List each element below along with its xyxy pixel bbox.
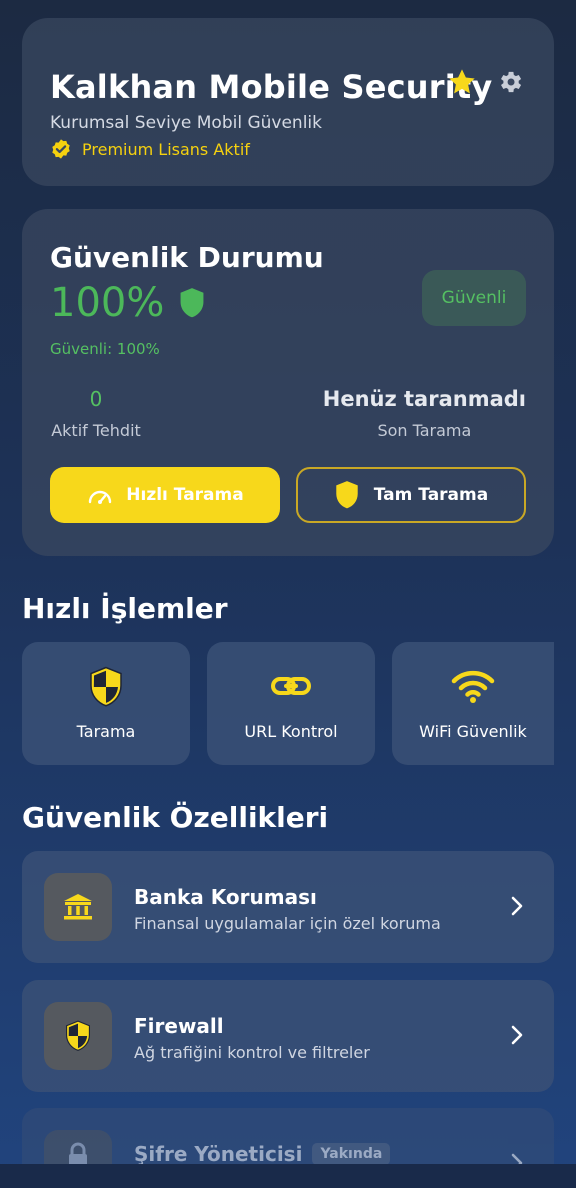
quick-action-label: URL Kontrol [244,722,338,741]
gear-icon[interactable] [496,68,524,100]
last-scan-value: Henüz taranmadı [322,387,526,411]
security-percent-value: 100% [50,280,165,326]
star-icon[interactable] [446,66,478,102]
active-threats-label: Aktif Tehdit [51,421,141,440]
shield-icon [90,666,122,707]
quick-action-url-check[interactable]: URL Kontrol [207,642,375,765]
status-badge: Güvenli [422,270,526,326]
verified-badge-icon [52,139,70,159]
active-threats-value: 0 [89,387,103,411]
license-badge-label: Premium Lisans Aktif [82,139,250,159]
feature-password-manager[interactable]: Şifre Yöneticisi Yakında [22,1108,554,1173]
quick-action-label: WiFi Güvenlik [419,722,527,741]
safe-percent-line: Güvenli: 100% [50,340,160,358]
security-features-title: Güvenlik Özellikleri [22,801,329,834]
speedometer-icon [89,490,112,504]
coming-soon-badge: Yakında [312,1143,391,1165]
bank-icon [44,873,112,941]
feature-description: Finansal uygulamalar için özel koruma [134,914,441,933]
security-percent: 100% [50,280,206,326]
feature-name: Şifre Yöneticisi Yakında [134,1142,391,1166]
shield-icon [336,481,358,509]
last-scan-label: Son Tarama [377,421,472,440]
feature-bank-protection[interactable]: Banka Koruması Finansal uygulamalar için… [22,851,554,963]
quick-actions-title: Hızlı İşlemler [22,592,228,625]
last-scan-stat: Henüz taranmadı Son Tarama [323,387,526,440]
feature-name: Firewall [134,1014,224,1038]
quick-scan-button[interactable]: Hızlı Tarama [50,467,280,523]
feature-name-label: Şifre Yöneticisi [134,1142,303,1166]
app-subtitle: Kurumsal Seviye Mobil Güvenlik [50,113,322,133]
quick-action-wifi-security[interactable]: WiFi Güvenlik [392,642,554,765]
quick-action-scan[interactable]: Tarama [22,642,190,765]
license-badge: Premium Lisans Aktif [50,138,250,160]
chevron-right-icon [510,1024,524,1050]
wifi-icon [451,670,495,703]
feature-description: Ağ trafiğini kontrol ve filtreler [134,1043,370,1062]
status-badge-label: Güvenli [441,288,507,308]
app-header-card: Kalkhan Mobile Security Kurumsal Seviye … [22,18,554,186]
active-threats-stat: 0 Aktif Tehdit [50,387,142,440]
full-scan-label: Tam Tarama [373,485,489,505]
lock-icon [44,1130,112,1168]
link-icon [271,677,311,695]
full-scan-button[interactable]: Tam Tarama [296,467,526,523]
security-status-card: Güvenlik Durumu 100% Güvenli Güvenli: 10… [22,209,554,556]
app-title: Kalkhan Mobile Security [50,68,493,106]
shield-icon [44,1002,112,1070]
quick-scan-label: Hızlı Tarama [126,485,244,505]
quick-action-label: Tarama [76,722,136,741]
shield-icon [180,288,204,318]
feature-name: Banka Koruması [134,885,317,909]
status-title: Güvenlik Durumu [50,241,324,274]
bottom-edge [0,1164,576,1188]
chevron-right-icon [510,895,524,921]
feature-firewall[interactable]: Firewall Ağ trafiğini kontrol ve filtrel… [22,980,554,1092]
